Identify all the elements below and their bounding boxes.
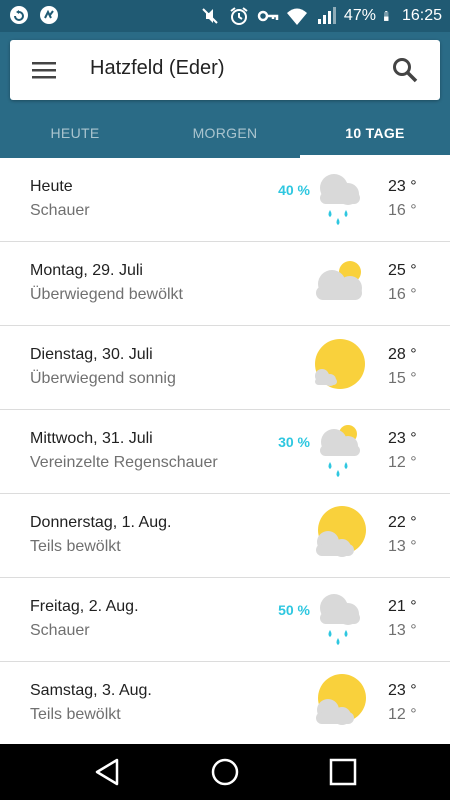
partly-cloudy-icon [316,506,366,557]
forecast-row-saturday[interactable]: Samstag, 3. Aug. Teils bewölkt 23 ° 12 ° [0,662,450,744]
temp-low: 16 ° [388,202,417,219]
day-condition: Überwiegend sonnig [30,370,176,387]
forecast-list[interactable]: Heute Schauer 40 % 23 ° 16 ° Montag, 29.… [0,158,450,744]
temp-high: 25 ° [388,262,417,279]
temp-high: 23 ° [388,178,417,195]
day-name: Donnerstag, 1. Aug. [30,514,172,531]
day-name: Heute [30,178,73,195]
app-header: Hatzfeld (Eder) HEUTE MORGEN 10 TAGE [0,32,450,158]
day-condition: Teils bewölkt [30,706,121,723]
forecast-row-friday[interactable]: Freitag, 2. Aug. Schauer 50 % 21 ° 13 ° [0,578,450,662]
wifi-icon [286,8,307,25]
precip-chance: 50 % [278,602,310,618]
temp-low: 13 ° [388,622,417,639]
temp-low: 16 ° [388,286,417,303]
notification-icon-2 [40,6,58,24]
tab-label: MORGEN [192,125,258,141]
location-search-card[interactable]: Hatzfeld (Eder) [10,40,440,100]
status-bar: 47% 16:25 [0,0,450,32]
forecast-row-thursday[interactable]: Donnerstag, 1. Aug. Teils bewölkt 22 ° 1… [0,494,450,578]
status-time: 16:25 [401,7,442,24]
tab-heute[interactable]: HEUTE [0,112,150,158]
rain-cloud-icon [320,594,360,645]
tab-label: 10 TAGE [345,125,405,141]
recents-icon[interactable] [327,756,359,788]
mostly-cloudy-icon [316,261,362,300]
battery-percent: 47% [343,7,376,24]
tab-10-tage[interactable]: 10 TAGE [300,112,450,158]
temp-low: 15 ° [388,370,417,387]
forecast-row-tuesday[interactable]: Dienstag, 30. Juli Überwiegend sonnig 28… [0,326,450,410]
rain-cloud-icon [320,174,360,225]
forecast-row-monday[interactable]: Montag, 29. Juli Überwiegend bewölkt 25 … [0,242,450,326]
back-icon[interactable] [91,756,123,788]
tab-label: HEUTE [50,125,100,141]
temp-high: 21 ° [388,598,417,615]
temp-low: 13 ° [388,538,417,555]
temp-low: 12 ° [388,706,417,723]
mute-icon [202,8,218,24]
system-nav-bar [0,744,450,800]
vpn-key-icon [257,10,279,22]
signal-icon [317,7,336,24]
partly-cloudy-icon [316,674,366,725]
forecast-row-wednesday[interactable]: Mittwoch, 31. Juli Vereinzelte Regenscha… [0,410,450,494]
temp-high: 23 ° [388,430,417,447]
scattered-showers-icon [320,425,360,477]
alarm-icon [230,7,248,25]
tab-morgen[interactable]: MORGEN [150,112,300,158]
forecast-tabs: HEUTE MORGEN 10 TAGE [0,112,450,158]
menu-icon[interactable] [30,56,58,84]
location-title: Hatzfeld (Eder) [90,57,225,79]
day-name: Mittwoch, 31. Juli [30,430,153,447]
temp-high: 22 ° [388,514,417,531]
day-condition: Teils bewölkt [30,538,121,555]
home-icon[interactable] [209,756,241,788]
battery-icon [384,11,389,21]
precip-chance: 30 % [278,434,310,450]
day-condition: Schauer [30,202,90,219]
day-condition: Vereinzelte Regenschauer [30,454,218,471]
day-name: Samstag, 3. Aug. [30,682,152,699]
search-icon[interactable] [390,55,420,85]
day-condition: Schauer [30,622,90,639]
day-name: Montag, 29. Juli [30,262,143,279]
mostly-sunny-icon [315,339,365,389]
notification-icon [10,6,28,24]
precip-chance: 40 % [278,182,310,198]
temp-low: 12 ° [388,454,417,471]
day-condition: Überwiegend bewölkt [30,286,183,303]
temp-high: 28 ° [388,346,417,363]
weather-app: 47% 16:25 Hatzfeld (Eder) HEUTE MORGEN 1… [0,0,450,800]
forecast-row-today[interactable]: Heute Schauer 40 % 23 ° 16 ° [0,158,450,242]
day-name: Dienstag, 30. Juli [30,346,153,363]
day-name: Freitag, 2. Aug. [30,598,139,615]
temp-high: 23 ° [388,682,417,699]
